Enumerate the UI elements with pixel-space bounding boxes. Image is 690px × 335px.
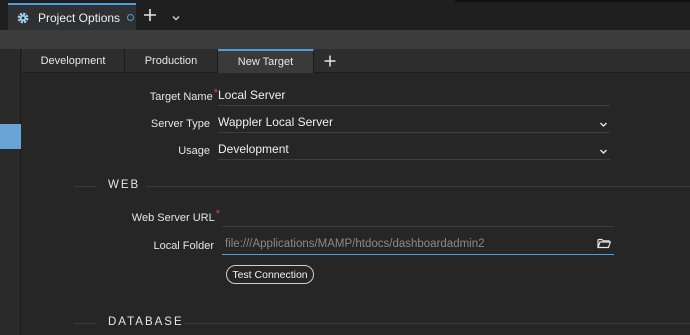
usage-value: Development: [218, 141, 289, 156]
add-tab-plus-icon[interactable]: [143, 8, 157, 22]
server-type-select[interactable]: Wappler Local Server: [218, 111, 610, 133]
folder-open-icon[interactable]: [597, 237, 612, 249]
window-tab-bar: Project Options: [0, 0, 690, 30]
left-gutter: [0, 49, 21, 335]
database-section-title: DATABASE: [108, 316, 184, 328]
local-folder-input[interactable]: file:///Applications/MAMP/htdocs/dashboa…: [222, 233, 614, 255]
local-folder-label: Local Folder: [153, 240, 214, 252]
top-edge-divider: [455, 0, 690, 2]
web-server-url-input[interactable]: [222, 205, 614, 227]
tab-development[interactable]: Development: [22, 49, 125, 73]
database-section-rule-left: [74, 323, 96, 324]
database-section-rule-right: [184, 323, 690, 324]
web-section-rule-right: [146, 186, 690, 187]
local-folder-value: file:///Applications/MAMP/htdocs/dashboa…: [225, 237, 485, 250]
chevron-down-icon: [599, 145, 608, 154]
web-section-rule-left: [74, 186, 96, 187]
project-options-tab-title: Project Options: [38, 10, 121, 25]
chevron-down-icon[interactable]: [171, 10, 181, 21]
chevron-down-icon: [599, 118, 608, 127]
tab-production[interactable]: Production: [125, 49, 218, 73]
target-name-input[interactable]: Local Server: [218, 84, 610, 106]
server-type-label: Server Type: [150, 118, 210, 130]
toolbar-strip: [0, 30, 690, 49]
usage-label: Usage: [178, 145, 210, 157]
project-options-tab[interactable]: Project Options: [8, 3, 136, 30]
unsaved-indicator-icon: [127, 14, 135, 21]
target-name-label: Target Name*: [122, 87, 218, 103]
web-section-title: WEB: [108, 179, 141, 191]
web-server-url-label: Web Server URL*: [122, 208, 220, 224]
usage-select[interactable]: Development: [218, 138, 610, 160]
target-tabs: Development Production New Target: [22, 49, 690, 73]
target-name-label-text: Target Name: [149, 91, 213, 103]
test-connection-button[interactable]: Test Connection: [226, 265, 314, 284]
server-type-value: Wappler Local Server: [218, 114, 333, 129]
web-server-url-label-text: Web Server URL: [131, 212, 215, 224]
add-target-plus-icon[interactable]: [324, 54, 336, 67]
required-asterisk: *: [215, 208, 220, 220]
gear-icon: [16, 11, 30, 25]
gutter-active-marker[interactable]: [0, 124, 21, 149]
tab-new-target[interactable]: New Target: [218, 49, 314, 73]
target-name-value: Local Server: [218, 87, 286, 102]
target-settings-form: Target Name* Local Server Server Type Wa…: [22, 74, 690, 335]
